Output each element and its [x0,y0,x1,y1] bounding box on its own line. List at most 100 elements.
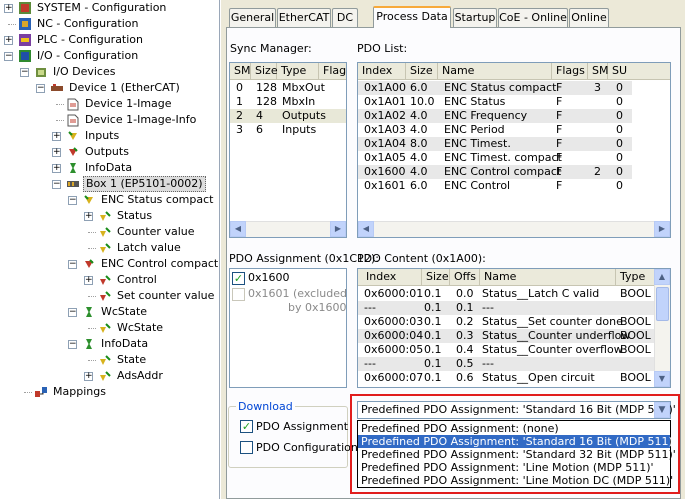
pdo-content-list[interactable]: Index Size Offs Name Type 0x6000:01 0.1 0.… [357,268,671,388]
tree-item[interactable]: Mappings [0,384,219,400]
tree-item[interactable]: + Control [0,272,219,288]
sync-manager-list[interactable]: SM Size Type Flags 0128MbxOut1128MbxIn24… [229,62,347,238]
dropdown-option[interactable]: Predefined PDO Assignment: 'Line Motion … [358,474,673,487]
tab-process-data[interactable]: Process Data [373,6,451,28]
expand-icon[interactable]: + [52,132,61,141]
pdo-content-row[interactable]: 0x6000:04 0.1 0.3 Status__Counter underflow… [358,329,654,343]
dropdown-option[interactable]: Predefined PDO Assignment: 'Standard 16 … [358,435,676,448]
pdo-list-row[interactable]: 0x1601 6.0 ENC Control F 0 [358,179,632,193]
horizontal-scrollbar[interactable]: ◀ ▶ [230,221,346,237]
tree-item[interactable]: + Inputs [0,128,219,144]
tree-item[interactable]: Counter value [0,224,219,240]
checkbox-0x1601[interactable] [232,288,245,301]
pdo-list-row[interactable]: 0x1A00 6.0 ENC Status compact F 3 0 [358,81,632,95]
dropdown-option[interactable]: Predefined PDO Assignment: 'Line Motion … [358,461,670,474]
column-header[interactable]: Type [277,63,319,80]
splitter[interactable] [220,0,225,499]
column-header[interactable]: Flags [319,63,346,80]
tree-item[interactable]: − WcState [0,304,219,320]
tab-dc[interactable]: DC [332,8,358,27]
sync-manager-row[interactable]: 1 128 MbxIn [230,95,346,109]
column-header[interactable]: Name [438,63,552,80]
sync-manager-row[interactable]: 3 6 Inputs [230,123,346,137]
tab-general[interactable]: General [229,8,276,27]
column-header[interactable]: Name [480,269,616,286]
column-header[interactable]: Flags [552,63,588,80]
tree-item[interactable]: − InfoData [0,336,219,352]
sync-manager-row[interactable]: 0 128 MbxOut [230,81,346,95]
column-header[interactable]: SU [608,63,670,80]
tree-item[interactable]: − I/O - Configuration [0,48,219,64]
tree-item[interactable]: − Device 1 (EtherCAT) [0,80,219,96]
tab-online[interactable]: Online [569,8,609,27]
collapse-icon[interactable]: − [52,180,61,189]
collapse-icon[interactable]: − [20,68,29,77]
tree-item[interactable]: + Status [0,208,219,224]
pdo-assignment-checkbox[interactable]: ✓ [240,420,253,433]
tree-item[interactable]: − ENC Control compact [0,256,219,272]
horizontal-scrollbar[interactable]: ◀ ▶ [358,221,670,237]
tree-item[interactable]: State [0,352,219,368]
collapse-icon[interactable]: − [68,308,77,317]
expand-icon[interactable]: + [84,212,93,221]
tree-item[interactable]: − ENC Status compact [0,192,219,208]
tab-coe-online[interactable]: CoE - Online [498,8,568,27]
tree-item[interactable]: + InfoData [0,160,219,176]
pdo-content-row[interactable]: 0x6000:07 0.1 0.6 Status__Open circuit BOOL [358,371,654,385]
scroll-left-icon[interactable]: ◀ [358,221,374,237]
tree-item[interactable]: WcState [0,320,219,336]
tab-ethercat[interactable]: EtherCAT [277,8,331,27]
expand-icon[interactable]: + [52,164,61,173]
pdo-list-row[interactable]: 0x1600 4.0 ENC Control compact F 2 0 [358,165,632,179]
scroll-thumb[interactable] [656,287,669,321]
predefined-pdo-combo[interactable]: Predefined PDO Assignment: 'Standard 16 … [357,401,676,419]
dropdown-option[interactable]: Predefined PDO Assignment: (none) [358,422,670,435]
tree-item[interactable]: + PLC - Configuration [0,32,219,48]
expand-icon[interactable]: + [4,36,13,45]
tree-item[interactable]: Device 1-Image-Info [0,112,219,128]
pdo-content-row[interactable]: --- 0.1 0.1 --- [358,301,654,315]
predefined-pdo-dropdown[interactable]: Predefined PDO Assignment: (none) Predefi… [357,420,676,488]
pdo-list-row[interactable]: 0x1A03 4.0 ENC Period F 0 [358,123,632,137]
collapse-icon[interactable]: − [68,340,77,349]
tree-item[interactable]: Set counter value [0,288,219,304]
collapse-icon[interactable]: − [68,196,77,205]
column-header[interactable]: Size [422,269,450,286]
vertical-scrollbar[interactable]: ▲ ▼ [654,269,670,387]
column-header[interactable]: Size [251,63,278,80]
tree-item[interactable]: NC - Configuration [0,16,219,32]
tab-startup[interactable]: Startup [453,8,497,27]
chevron-down-icon[interactable]: ▼ [654,402,670,418]
tree-item[interactable]: + SYSTEM - Configuration [0,0,219,16]
sync-manager-row[interactable]: 2 4 Outputs [230,109,346,123]
pdo-list[interactable]: Index Size Name Flags SM SU 0x1A00 6.0 ENC… [357,62,671,238]
column-header[interactable]: Offs [450,269,480,286]
column-header[interactable]: Index [358,63,406,80]
column-header[interactable]: Type [616,269,656,286]
pdo-list-row[interactable]: 0x1A04 8.0 ENC Timest. F 0 [358,137,632,151]
column-header[interactable]: Size [406,63,438,80]
tree-item[interactable]: − I/O Devices [0,64,219,80]
scroll-up-icon[interactable]: ▲ [654,269,670,285]
tree-item[interactable]: + Outputs [0,144,219,160]
collapse-icon[interactable]: − [36,84,45,93]
scroll-right-icon[interactable]: ▶ [330,221,346,237]
collapse-icon[interactable]: − [68,260,77,269]
pdo-list-row[interactable]: 0x1A05 4.0 ENC Timest. compact F 0 [358,151,632,165]
pdo-list-row[interactable]: 0x1A02 4.0 ENC Frequency F 0 [358,109,632,123]
pdo-assignment-list[interactable]: ✓ 0x1600 0x1601 (excluded by 0x1600) [229,268,347,388]
expand-icon[interactable]: + [4,4,13,13]
dropdown-option[interactable]: Predefined PDO Assignment: 'Standard 32 … [358,448,676,461]
column-header[interactable]: Index [358,269,422,286]
column-header[interactable]: SM [230,63,251,80]
pdo-list-row[interactable]: 0x1A01 10.0 ENC Status F 0 [358,95,632,109]
tree-item[interactable]: Device 1-Image [0,96,219,112]
expand-icon[interactable]: + [52,148,61,157]
pdo-content-row[interactable]: --- 0.1 0.5 --- [358,357,654,371]
scroll-left-icon[interactable]: ◀ [230,221,246,237]
pdo-configuration-checkbox[interactable] [240,441,253,454]
scroll-down-icon[interactable]: ▼ [654,371,670,387]
column-header[interactable]: SM [588,63,608,80]
tree-item[interactable]: − Box 1 (EP5101-0002) [0,176,219,192]
collapse-icon[interactable]: − [4,52,13,61]
